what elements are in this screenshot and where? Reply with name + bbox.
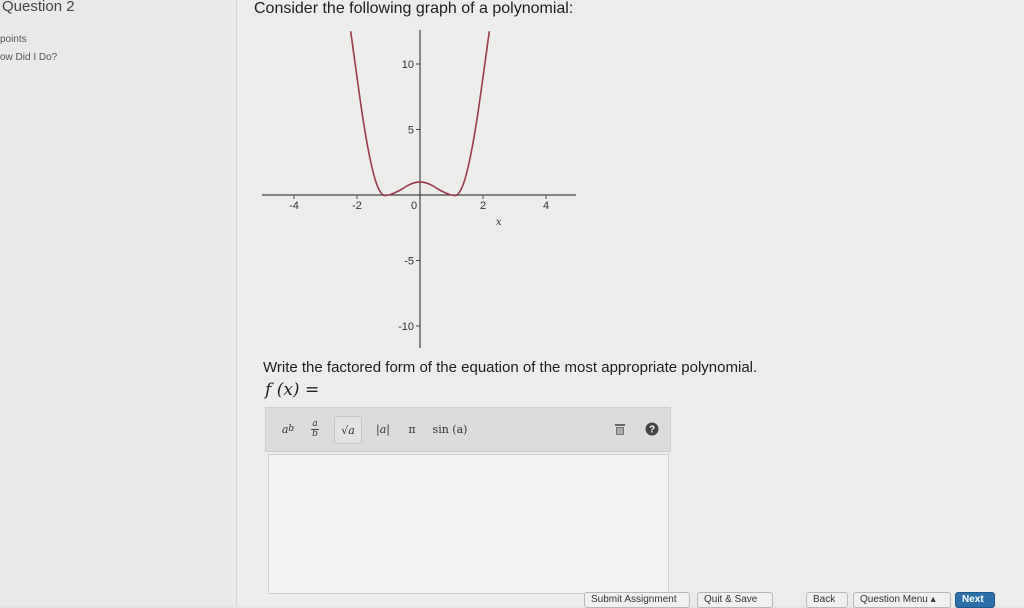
svg-text:?: ? <box>649 425 655 436</box>
sin-button[interactable]: sin (a) <box>428 416 472 442</box>
points-label: points <box>0 34 27 45</box>
fraction-denominator: b <box>312 428 318 439</box>
y-tick-label: 10 <box>402 59 414 71</box>
question-instruction: Write the factored form of the equation … <box>263 359 758 376</box>
equals-sign: = <box>304 380 320 400</box>
math-toolbar: ab a b √a |a| π sin (a) ? <box>265 407 671 452</box>
fraction-numerator: a <box>312 418 318 429</box>
polynomial-graph: -4 -2 0 2 4 x -10 -5 5 10 <box>262 30 576 348</box>
sqrt-button[interactable]: √a <box>334 416 362 444</box>
x-tick-label: -4 <box>289 200 299 212</box>
power-exponent: b <box>288 424 295 434</box>
question-prompt: Consider the following graph of a polyno… <box>254 0 574 17</box>
sidebar: Question 2 points ow Did I Do? <box>0 0 237 606</box>
function-name: f (x) <box>265 380 300 400</box>
function-label: f (x) = <box>265 380 319 400</box>
absolute-value-button[interactable]: |a| <box>372 416 394 442</box>
trash-icon[interactable] <box>610 416 630 442</box>
how-did-i-do-link[interactable]: ow Did I Do? <box>0 52 57 63</box>
power-button[interactable]: ab <box>276 416 300 442</box>
y-tick-label: -10 <box>398 321 414 333</box>
y-tick-label: -5 <box>404 256 414 268</box>
answer-input[interactable] <box>268 454 669 594</box>
x-tick-label: 2 <box>480 200 486 212</box>
x-tick-label: 0 <box>411 200 417 212</box>
pi-button[interactable]: π <box>402 416 422 442</box>
question-title: Question 2 <box>2 0 75 15</box>
x-tick-label: -2 <box>352 200 362 212</box>
graph-ticks: -4 -2 0 2 4 x -10 -5 5 10 <box>289 59 549 333</box>
graph-axes <box>262 30 576 348</box>
fraction-button[interactable]: a b <box>304 416 326 442</box>
x-tick-label: 4 <box>543 200 549 212</box>
help-icon[interactable]: ? <box>643 416 661 442</box>
x-axis-label: x <box>496 217 502 228</box>
y-tick-label: 5 <box>408 125 414 137</box>
